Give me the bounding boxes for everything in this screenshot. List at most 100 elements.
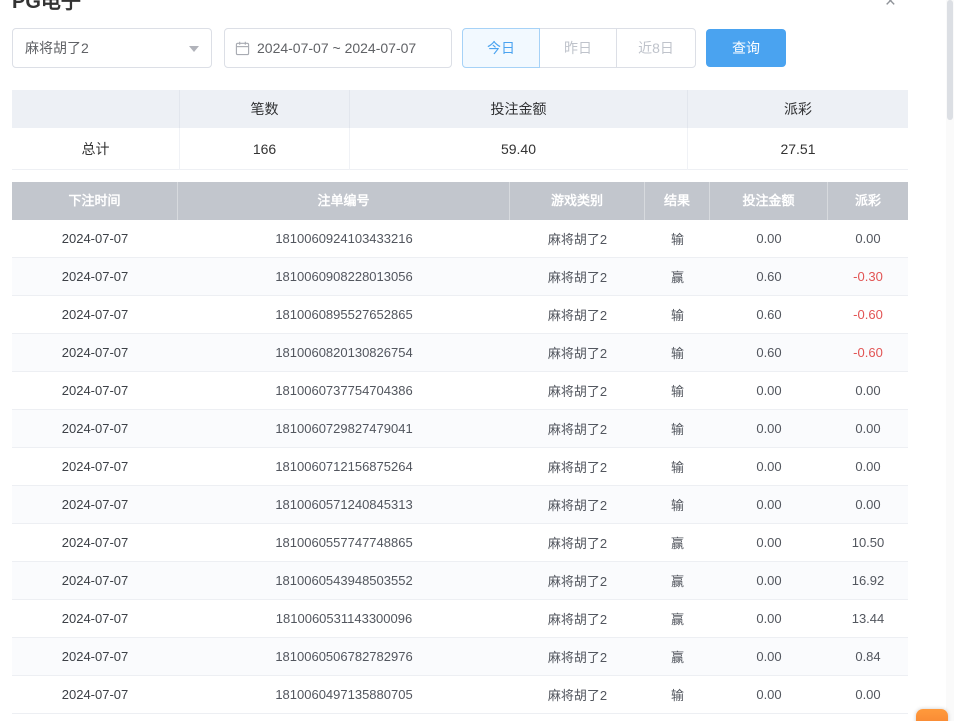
- cell-result: 赢: [645, 571, 710, 590]
- quick-button-1[interactable]: 昨日: [539, 28, 617, 68]
- cell-id: 1810060895527652865: [178, 307, 510, 322]
- table-row: 2024-07-071810060531143300096麻将胡了2赢0.001…: [12, 600, 908, 638]
- cell-result: 输: [645, 495, 710, 514]
- cell-bet: 0.00: [710, 421, 828, 436]
- cell-time: 2024-07-07: [12, 459, 178, 474]
- cell-game: 麻将胡了2: [510, 495, 645, 514]
- cell-game: 麻将胡了2: [510, 685, 645, 704]
- scrollbar-track[interactable]: [946, 0, 954, 721]
- cell-result: 输: [645, 343, 710, 362]
- cell-time: 2024-07-07: [12, 307, 178, 322]
- cell-time: 2024-07-07: [12, 231, 178, 246]
- betting-records-page: PG电子 × 麻将胡了2 2024-07-07 ~ 2024-07-07: [0, 0, 954, 721]
- table-row: 2024-07-071810060895527652865麻将胡了2输0.60-…: [12, 296, 908, 334]
- cell-bet: 0.00: [710, 459, 828, 474]
- cell-id: 1810060531143300096: [178, 611, 510, 626]
- cell-result: 赢: [645, 267, 710, 286]
- cell-id: 1810060557747748865: [178, 535, 510, 550]
- cell-time: 2024-07-07: [12, 421, 178, 436]
- table-row: 2024-07-071810060737754704386麻将胡了2输0.000…: [12, 372, 908, 410]
- cell-game: 麻将胡了2: [510, 457, 645, 476]
- cell-payout: 0.00: [828, 459, 908, 474]
- cell-result: 输: [645, 685, 710, 704]
- cell-payout: 13.44: [828, 611, 908, 626]
- cell-payout: -0.60: [828, 345, 908, 360]
- query-button[interactable]: 查询: [706, 29, 786, 67]
- game-select-value: 麻将胡了2: [25, 38, 89, 58]
- table-row: 2024-07-071810060712156875264麻将胡了2输0.000…: [12, 448, 908, 486]
- table-row: 2024-07-071810060506782782976麻将胡了2赢0.000…: [12, 638, 908, 676]
- cell-result: 输: [645, 305, 710, 324]
- page-title: PG电子: [12, 0, 81, 16]
- cell-bet: 0.60: [710, 269, 828, 284]
- cell-time: 2024-07-07: [12, 497, 178, 512]
- cell-id: 1810060820130826754: [178, 345, 510, 360]
- cell-result: 输: [645, 457, 710, 476]
- table-row: 2024-07-071810060908228013056麻将胡了2赢0.60-…: [12, 258, 908, 296]
- cell-time: 2024-07-07: [12, 535, 178, 550]
- cell-bet: 0.60: [710, 307, 828, 322]
- cell-id: 1810060571240845313: [178, 497, 510, 512]
- quick-button-0[interactable]: 今日: [462, 28, 540, 68]
- cell-payout: 16.92: [828, 573, 908, 588]
- summary-total-count: 166: [180, 128, 350, 170]
- summary-header-cell: 笔数: [180, 90, 350, 128]
- cell-id: 1810060506782782976: [178, 649, 510, 664]
- cell-game: 麻将胡了2: [510, 381, 645, 400]
- cell-bet: 0.00: [710, 535, 828, 550]
- date-range-picker[interactable]: 2024-07-07 ~ 2024-07-07: [224, 28, 452, 68]
- table-row: 2024-07-071810060924103433216麻将胡了2输0.000…: [12, 220, 908, 258]
- table-row: 2024-07-071810060571240845313麻将胡了2输0.000…: [12, 486, 908, 524]
- cell-id: 1810060712156875264: [178, 459, 510, 474]
- cell-id: 1810060737754704386: [178, 383, 510, 398]
- cell-payout: 0.00: [828, 497, 908, 512]
- cell-result: 赢: [645, 647, 710, 666]
- cell-game: 麻将胡了2: [510, 419, 645, 438]
- scrollbar-thumb[interactable]: [947, 0, 953, 120]
- summary-header-cell: [12, 90, 180, 128]
- game-select[interactable]: 麻将胡了2: [12, 28, 212, 68]
- table-row: 2024-07-071810060729827479041麻将胡了2输0.000…: [12, 410, 908, 448]
- cell-payout: 0.00: [828, 687, 908, 702]
- cell-game: 麻将胡了2: [510, 343, 645, 362]
- cell-id: 1810060729827479041: [178, 421, 510, 436]
- close-icon[interactable]: ×: [885, 0, 896, 12]
- support-widget-icon[interactable]: [916, 709, 948, 721]
- cell-result: 输: [645, 381, 710, 400]
- cell-game: 麻将胡了2: [510, 229, 645, 248]
- summary-total-label: 总计: [12, 128, 180, 170]
- cell-time: 2024-07-07: [12, 383, 178, 398]
- records-table: 下注时间注单编号游戏类别结果投注金额派彩 2024-07-07181006092…: [12, 182, 908, 714]
- cell-payout: -0.60: [828, 307, 908, 322]
- summary-header-row: 笔数投注金额派彩: [12, 90, 908, 128]
- cell-bet: 0.00: [710, 383, 828, 398]
- table-row: 2024-07-071810060497135880705麻将胡了2输0.000…: [12, 676, 908, 714]
- cell-time: 2024-07-07: [12, 611, 178, 626]
- cell-game: 麻将胡了2: [510, 609, 645, 628]
- cell-time: 2024-07-07: [12, 649, 178, 664]
- cell-bet: 0.00: [710, 611, 828, 626]
- table-body: 2024-07-071810060924103433216麻将胡了2输0.000…: [12, 220, 908, 714]
- table-row: 2024-07-071810060820130826754麻将胡了2输0.60-…: [12, 334, 908, 372]
- table-row: 2024-07-071810060543948503552麻将胡了2赢0.001…: [12, 562, 908, 600]
- table-header-cell: 游戏类别: [510, 182, 645, 220]
- cell-payout: 0.00: [828, 231, 908, 246]
- cell-bet: 0.00: [710, 497, 828, 512]
- cell-payout: 0.00: [828, 421, 908, 436]
- cell-id: 1810060543948503552: [178, 573, 510, 588]
- table-header-row: 下注时间注单编号游戏类别结果投注金额派彩: [12, 182, 908, 220]
- cell-game: 麻将胡了2: [510, 305, 645, 324]
- table-header-cell: 结果: [645, 182, 710, 220]
- calendar-icon: [235, 41, 250, 56]
- cell-payout: -0.30: [828, 269, 908, 284]
- summary-header-cell: 投注金额: [350, 90, 688, 128]
- cell-game: 麻将胡了2: [510, 571, 645, 590]
- topbar: PG电子 ×: [12, 0, 954, 20]
- summary-header-cell: 派彩: [688, 90, 908, 128]
- cell-game: 麻将胡了2: [510, 267, 645, 286]
- table-header-cell: 派彩: [828, 182, 908, 220]
- summary-total-bet: 59.40: [350, 128, 688, 170]
- quick-button-2[interactable]: 近8日: [616, 28, 696, 68]
- cell-result: 赢: [645, 533, 710, 552]
- cell-payout: 10.50: [828, 535, 908, 550]
